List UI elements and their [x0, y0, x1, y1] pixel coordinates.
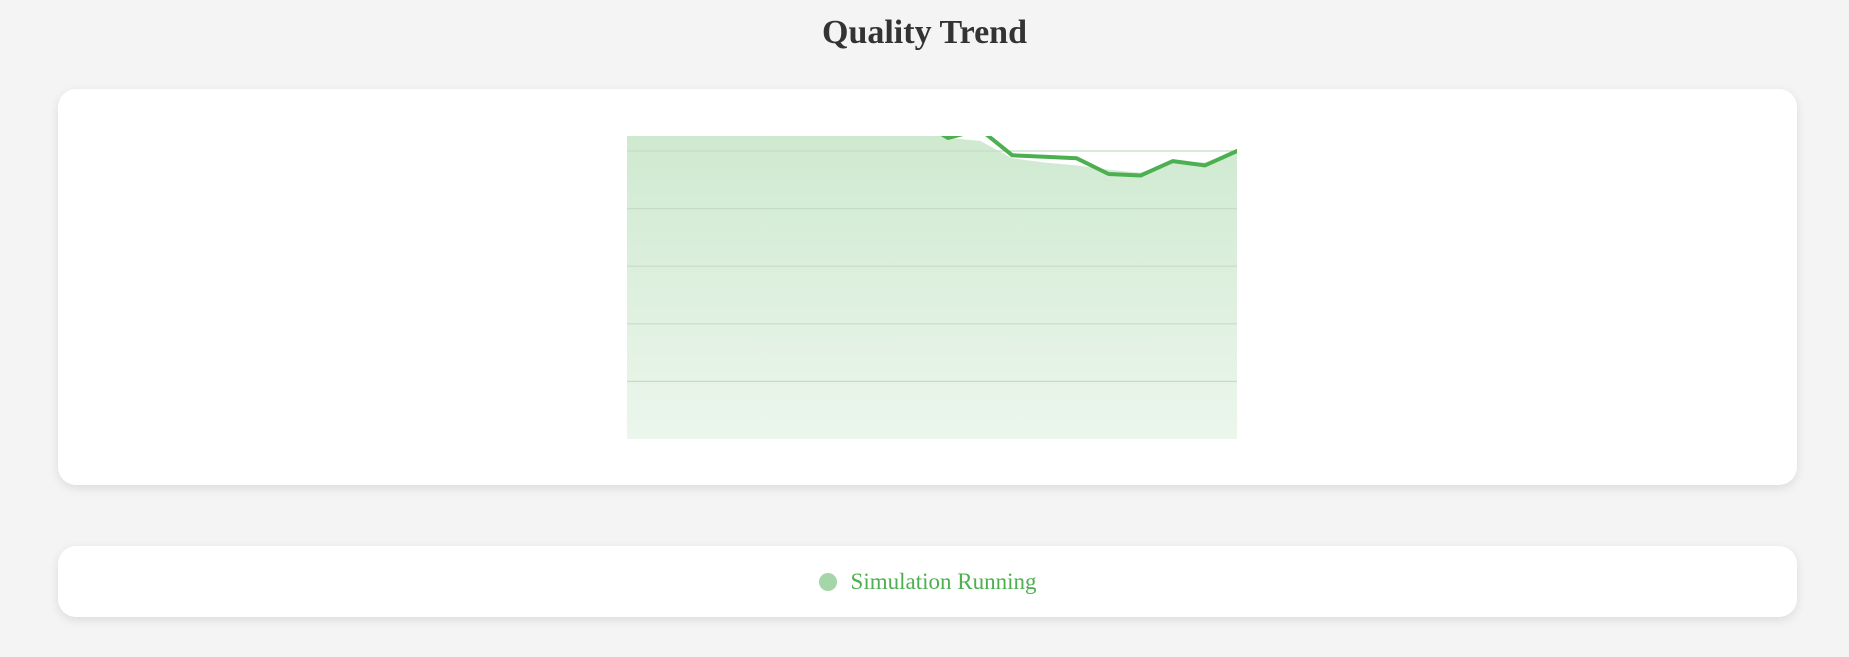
series-area	[627, 136, 1237, 439]
page-title: Quality Trend	[822, 14, 1027, 51]
status-bar: Simulation Running	[58, 546, 1797, 617]
chart-card	[58, 89, 1797, 485]
quality-trend-chart	[627, 136, 1237, 439]
status-indicator-dot	[818, 572, 837, 591]
status-text: Simulation Running	[850, 568, 1037, 594]
